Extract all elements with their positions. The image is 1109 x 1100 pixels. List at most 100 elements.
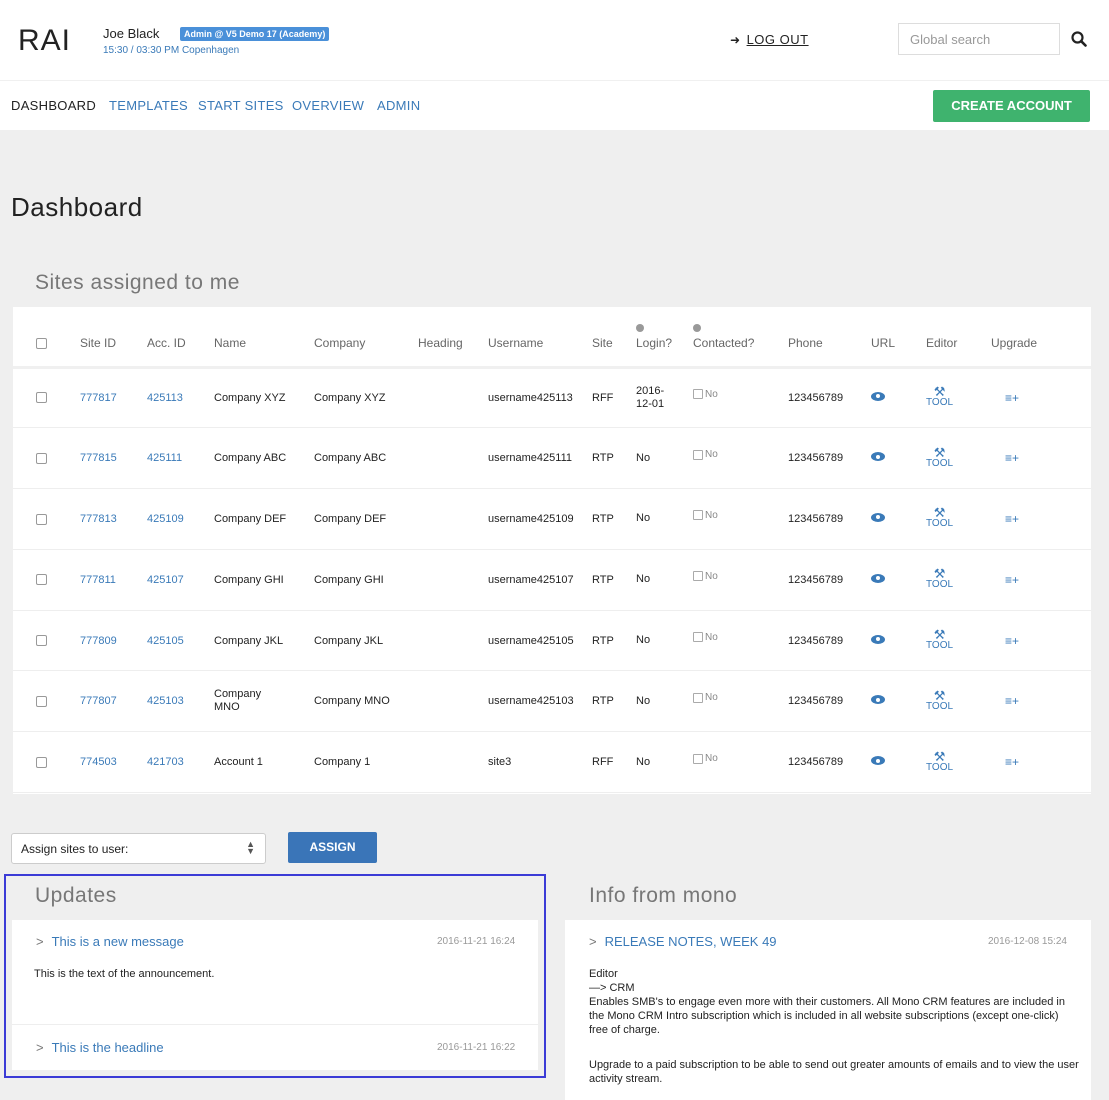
col-username[interactable]: Username — [488, 307, 592, 369]
eye-icon[interactable] — [871, 756, 885, 766]
contacted-checkbox[interactable] — [693, 510, 703, 521]
tools-icon: ⚒ — [933, 748, 946, 764]
nav-start-sites[interactable]: START SITES — [198, 98, 284, 113]
acc-id-link[interactable]: 425109 — [147, 513, 184, 525]
eye-icon[interactable] — [871, 512, 885, 522]
col-phone[interactable]: Phone — [788, 307, 871, 369]
row-company: Company DEF — [314, 488, 418, 550]
eye-icon[interactable] — [871, 695, 885, 705]
upgrade-icon[interactable]: ≡+ — [1005, 694, 1019, 708]
editor-tool-link[interactable]: ⚒ TOOL — [926, 628, 953, 651]
contacted-checkbox[interactable] — [693, 692, 703, 703]
upgrade-icon[interactable]: ≡+ — [1005, 573, 1019, 587]
row-site-type: RTP — [592, 488, 636, 550]
nav-templates[interactable]: TEMPLATES — [109, 98, 188, 113]
editor-tool-link[interactable]: ⚒ TOOL — [926, 446, 953, 469]
acc-id-link[interactable]: 425103 — [147, 695, 184, 707]
col-login[interactable]: Login? — [636, 307, 693, 369]
upgrade-icon[interactable]: ≡+ — [1005, 451, 1019, 465]
top-header: RAI Joe Black Admin @ V5 Demo 17 (Academ… — [0, 0, 1109, 80]
row-company: Company ABC — [314, 427, 418, 490]
col-site-id[interactable]: Site ID — [80, 307, 147, 369]
site-id-link[interactable]: 774503 — [80, 756, 117, 768]
logout-link[interactable]: ➜ LOG OUT — [730, 32, 809, 47]
row-checkbox[interactable] — [36, 392, 47, 404]
col-heading[interactable]: Heading — [418, 307, 488, 369]
site-id-link[interactable]: 777815 — [80, 452, 117, 464]
editor-tool-link[interactable]: ⚒ TOOL — [926, 385, 953, 408]
eye-icon[interactable] — [871, 391, 885, 401]
nav-dashboard[interactable]: DASHBOARD — [11, 98, 96, 113]
upgrade-icon[interactable]: ≡+ — [1005, 512, 1019, 526]
col-contacted[interactable]: Contacted? — [693, 307, 788, 369]
create-account-button[interactable]: CREATE ACCOUNT — [933, 90, 1090, 122]
row-username: username425113 — [488, 367, 592, 429]
row-heading — [418, 670, 488, 733]
select-all-checkbox[interactable] — [36, 337, 47, 349]
contacted-toggle[interactable]: No — [693, 389, 718, 400]
col-upgrade[interactable]: Upgrade — [991, 307, 1091, 369]
row-checkbox[interactable] — [36, 695, 47, 707]
eye-icon[interactable] — [871, 634, 885, 644]
editor-tool-link[interactable]: ⚒ TOOL — [926, 506, 953, 529]
acc-id-link[interactable]: 425105 — [147, 635, 184, 647]
contacted-toggle[interactable]: No — [693, 692, 718, 703]
assign-user-select[interactable]: Assign sites to user: ▲ ▼ — [11, 833, 266, 864]
info-icon[interactable] — [693, 323, 701, 332]
row-checkbox[interactable] — [36, 635, 47, 647]
eye-icon[interactable] — [871, 452, 885, 462]
upgrade-icon[interactable]: ≡+ — [1005, 391, 1019, 405]
info-headline-text: RELEASE NOTES, WEEK 49 — [604, 934, 777, 949]
site-id-link[interactable]: 777811 — [80, 574, 116, 586]
search-button[interactable] — [1066, 26, 1092, 52]
row-name: Company XYZ — [214, 391, 286, 404]
upgrade-icon[interactable]: ≡+ — [1005, 755, 1019, 769]
col-editor[interactable]: Editor — [926, 307, 991, 369]
site-id-link[interactable]: 777809 — [80, 635, 117, 647]
row-checkbox[interactable] — [36, 574, 47, 586]
editor-tool-link[interactable]: ⚒ TOOL — [926, 689, 953, 712]
assign-button[interactable]: ASSIGN — [288, 832, 377, 863]
col-name[interactable]: Name — [214, 307, 314, 369]
contacted-checkbox[interactable] — [693, 571, 703, 582]
editor-tool-link[interactable]: ⚒ TOOL — [926, 567, 953, 590]
contacted-checkbox[interactable] — [693, 449, 703, 460]
site-id-link[interactable]: 777813 — [80, 513, 117, 525]
contacted-checkbox[interactable] — [693, 389, 703, 400]
info-date: 2016-12-08 15:24 — [988, 936, 1067, 947]
col-site[interactable]: Site — [592, 307, 636, 369]
col-company[interactable]: Company — [314, 307, 418, 369]
acc-id-link[interactable]: 425113 — [147, 392, 183, 404]
nav-overview[interactable]: OVERVIEW — [292, 98, 364, 113]
row-checkbox[interactable] — [36, 756, 47, 768]
acc-id-link[interactable]: 425107 — [147, 574, 184, 586]
contacted-toggle[interactable]: No — [693, 449, 718, 460]
editor-tool-link[interactable]: ⚒ TOOL — [926, 748, 953, 773]
nav-admin[interactable]: ADMIN — [377, 98, 420, 113]
acc-id-link[interactable]: 421703 — [147, 756, 184, 768]
row-login: 2016- 12-01 — [636, 384, 665, 410]
site-id-link[interactable]: 777817 — [80, 392, 117, 404]
row-phone: 123456789 — [788, 488, 871, 550]
contacted-checkbox[interactable] — [693, 753, 703, 764]
contacted-checkbox[interactable] — [693, 631, 703, 642]
contacted-toggle[interactable]: No — [693, 632, 718, 643]
app-logo[interactable]: RAI — [18, 24, 71, 58]
info-icon[interactable] — [636, 323, 644, 332]
contacted-toggle[interactable]: No — [693, 571, 718, 582]
eye-icon[interactable] — [871, 573, 885, 583]
row-checkbox[interactable] — [36, 452, 47, 464]
acc-id-link[interactable]: 425111 — [147, 452, 182, 464]
contacted-toggle[interactable]: No — [693, 510, 718, 521]
site-id-link[interactable]: 777807 — [80, 695, 117, 707]
col-url[interactable]: URL — [871, 307, 926, 369]
row-company: Company JKL — [314, 610, 418, 672]
col-acc-id[interactable]: Acc. ID — [147, 307, 214, 369]
global-search-input[interactable]: Global search — [898, 23, 1060, 55]
contacted-toggle[interactable]: No — [693, 753, 718, 764]
upgrade-icon[interactable]: ≡+ — [1005, 634, 1019, 648]
row-checkbox[interactable] — [36, 513, 47, 525]
row-login: No — [636, 512, 651, 525]
info-item-headline[interactable]: > RELEASE NOTES, WEEK 49 — [589, 934, 777, 949]
row-phone: 123456789 — [788, 670, 871, 733]
